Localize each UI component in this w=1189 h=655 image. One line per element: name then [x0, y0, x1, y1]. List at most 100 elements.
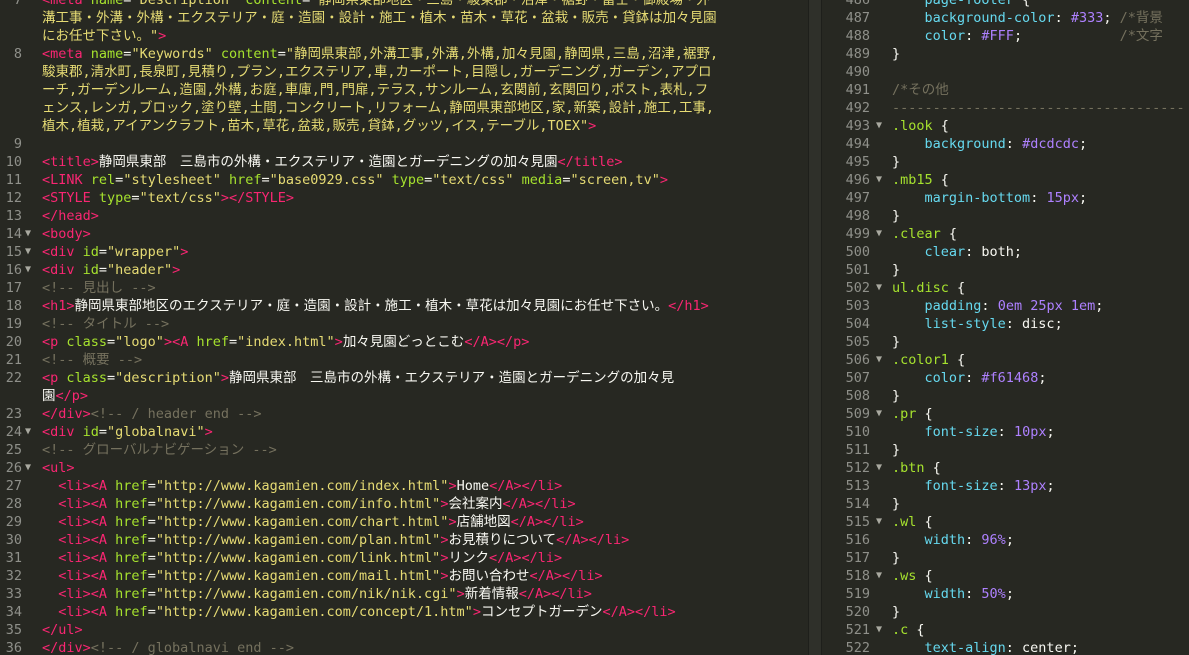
code-line[interactable]: 11 <LINK rel="stylesheet" href="base0929.… — [0, 171, 808, 189]
code-line[interactable]: 495} — [822, 153, 1189, 171]
code-line[interactable]: 10 <title>静岡県東部 三島市の外構・エクステリア・造園とガーデニングの加… — [0, 153, 808, 171]
fold-toggle-icon[interactable]: ▼ — [876, 117, 886, 135]
fold-toggle-icon[interactable]: ▼ — [25, 261, 35, 279]
code-line[interactable]: 32 <li><A href="http://www.kagamien.com/… — [0, 567, 808, 585]
fold-toggle-icon[interactable]: ▼ — [25, 459, 35, 477]
fold-toggle-icon[interactable]: ▼ — [876, 351, 886, 369]
fold-toggle-icon[interactable]: ▼ — [876, 621, 886, 639]
code-line[interactable]: 501} — [822, 261, 1189, 279]
code-line[interactable]: 31 <li><A href="http://www.kagamien.com/… — [0, 549, 808, 567]
code-line[interactable]: 15 ▼ <div id="wrapper"> — [0, 243, 808, 261]
code-line[interactable]: 24 ▼ <div id="globalnavi"> — [0, 423, 808, 441]
code-line[interactable]: 493 ▼ .look { — [822, 117, 1189, 135]
code-line[interactable]: 509 ▼ .pr { — [822, 405, 1189, 423]
code-line[interactable]: 511} — [822, 441, 1189, 459]
code-line[interactable]: 21 <!-- 概要 --> — [0, 351, 808, 369]
code-line[interactable]: 503 padding: 0em 25px 1em; — [822, 297, 1189, 315]
code-line[interactable]: 517} — [822, 549, 1189, 567]
code-line[interactable]: にお任せ下さい。"> — [0, 27, 808, 45]
fold-toggle-icon[interactable]: ▼ — [876, 459, 886, 477]
code-line[interactable]: 23 </div><!-- / header end --> — [0, 405, 808, 423]
code-text: <li><A href="http://www.kagamien.com/mai… — [42, 567, 602, 585]
fold-toggle-icon[interactable]: ▼ — [876, 225, 886, 243]
fold-toggle-icon[interactable]: ▼ — [876, 513, 886, 531]
code-line[interactable]: 22 <p class="description">静岡県東部 三島市の外構・エク… — [0, 369, 808, 387]
code-line[interactable]: 494 background: #dcdcdc; — [822, 135, 1189, 153]
code-line[interactable]: 30 <li><A href="http://www.kagamien.com/… — [0, 531, 808, 549]
code-line[interactable]: 507 color: #f61468; — [822, 369, 1189, 387]
css-editor-pane[interactable]: 486 page-footer {487 background-color: #… — [822, 0, 1189, 655]
line-number: 503 — [845, 298, 870, 314]
code-line[interactable]: 504 list-style: disc; — [822, 315, 1189, 333]
fold-toggle-icon[interactable]: ▼ — [25, 243, 35, 261]
code-line[interactable]: 34 <li><A href="http://www.kagamien.com/… — [0, 603, 808, 621]
code-line[interactable]: ェンス,レンガ,ブロック,塗り壁,土間,コンクリート,リフォーム,静岡県東部地区… — [0, 99, 808, 117]
code-line[interactable]: 25 <!-- グローバルナビゲーション --> — [0, 441, 808, 459]
fold-toggle-icon[interactable]: ▼ — [876, 405, 886, 423]
code-line[interactable]: 植木,植栽,アイアンクラフト,苗木,草花,盆栽,販売,貸鉢,グッツ,イス,テーブ… — [0, 117, 808, 135]
code-line[interactable]: 489} — [822, 45, 1189, 63]
code-line[interactable]: 497 margin-bottom: 15px; — [822, 189, 1189, 207]
code-line[interactable]: 36 </div><!-- / globalnavi end --> — [0, 639, 808, 655]
code-line[interactable]: 486 page-footer { — [822, 0, 1189, 9]
code-line[interactable]: 19 <!-- タイトル --> — [0, 315, 808, 333]
code-line[interactable]: 491 /*その他 — [822, 81, 1189, 99]
code-line[interactable]: 499 ▼ .clear { — [822, 225, 1189, 243]
code-line[interactable]: 溝工事・外溝・外構・エクステリア・庭・造園・設計・施工・植木・苗木・草花・盆栽・… — [0, 9, 808, 27]
code-line[interactable]: 498} — [822, 207, 1189, 225]
code-line[interactable]: 502 ▼ ul.disc { — [822, 279, 1189, 297]
fold-toggle-icon[interactable]: ▼ — [876, 567, 886, 585]
code-line[interactable]: 33 <li><A href="http://www.kagamien.com/… — [0, 585, 808, 603]
code-line[interactable]: 26 ▼ <ul> — [0, 459, 808, 477]
code-line[interactable]: 13 </head> — [0, 207, 808, 225]
code-line[interactable]: 20 <p class="logo"><A href="index.html">加… — [0, 333, 808, 351]
code-line[interactable]: 518 ▼ .ws { — [822, 567, 1189, 585]
code-line[interactable]: 園</p> — [0, 387, 808, 405]
fold-toggle-icon[interactable]: ▼ — [25, 225, 35, 243]
code-line[interactable]: 510 font-size: 10px; — [822, 423, 1189, 441]
code-line[interactable]: 14 ▼ <body> — [0, 225, 808, 243]
code-line[interactable]: 17 <!-- 見出し --> — [0, 279, 808, 297]
code-line[interactable]: 35 </ul> — [0, 621, 808, 639]
css-code-area[interactable]: 486 page-footer {487 background-color: #… — [822, 0, 1189, 655]
fold-toggle-icon[interactable]: ▼ — [876, 171, 886, 189]
code-line[interactable]: 28 <li><A href="http://www.kagamien.com/… — [0, 495, 808, 513]
fold-toggle-icon[interactable]: ▼ — [876, 279, 886, 297]
code-line[interactable]: 520} — [822, 603, 1189, 621]
code-line[interactable]: 513 font-size: 13px; — [822, 477, 1189, 495]
fold-toggle-icon[interactable]: ▼ — [25, 423, 35, 441]
code-line[interactable]: 496 ▼ .mb15 { — [822, 171, 1189, 189]
code-line[interactable]: 487 background-color: #333; /*背景 — [822, 9, 1189, 27]
code-line[interactable]: 515 ▼ .wl { — [822, 513, 1189, 531]
code-token: href — [115, 496, 148, 512]
code-line[interactable]: 8 <meta name="Keywords" content="静岡県東部,外溝… — [0, 45, 808, 63]
pane-splitter[interactable] — [808, 0, 822, 655]
code-line[interactable]: 7 <meta name="Description" content="静岡県東部… — [0, 0, 808, 9]
code-line[interactable]: 488 color: #FFF; /*文字 — [822, 27, 1189, 45]
code-line[interactable]: 512 ▼ .btn { — [822, 459, 1189, 477]
code-line[interactable]: 516 width: 96%; — [822, 531, 1189, 549]
code-line[interactable]: 490 — [822, 63, 1189, 81]
code-line[interactable]: ーチ,ガーデンルーム,造園,外構,お庭,車庫,門,門扉,テラス,サンルーム,玄関… — [0, 81, 808, 99]
code-line[interactable]: 16 ▼ <div id="header"> — [0, 261, 808, 279]
code-line[interactable]: 492 ------------------------------------ — [822, 99, 1189, 117]
code-line[interactable]: 500 clear: both; — [822, 243, 1189, 261]
code-line[interactable]: 508} — [822, 387, 1189, 405]
html-code-area[interactable]: 7 <meta name="Description" content="静岡県東部… — [0, 0, 808, 655]
code-line[interactable]: 505} — [822, 333, 1189, 351]
code-line[interactable]: 522 text-align: center; — [822, 639, 1189, 655]
code-token: "http://www.kagamien.com/link.html" — [155, 550, 441, 566]
code-line[interactable]: 9 — [0, 135, 808, 153]
code-line[interactable]: 29 <li><A href="http://www.kagamien.com/… — [0, 513, 808, 531]
code-line[interactable]: 27 <li><A href="http://www.kagamien.com/… — [0, 477, 808, 495]
code-line[interactable]: 506 ▼ .color1 { — [822, 351, 1189, 369]
line-number: 8 — [13, 46, 22, 62]
code-line[interactable]: 12 <STYLE type="text/css"></STYLE> — [0, 189, 808, 207]
code-line[interactable]: 514} — [822, 495, 1189, 513]
code-line[interactable]: 駿東郡,清水町,長泉町,見積り,プラン,エクステリア,車,カーポート,目隠し,ガ… — [0, 63, 808, 81]
code-line[interactable]: 519 width: 50%; — [822, 585, 1189, 603]
html-editor-pane[interactable]: 7 <meta name="Description" content="静岡県東部… — [0, 0, 808, 655]
code-line[interactable]: 18 <h1>静岡県東部地区のエクステリア・庭・造園・設計・施工・植木・草花は加々… — [0, 297, 808, 315]
code-line[interactable]: 521 ▼ .c { — [822, 621, 1189, 639]
